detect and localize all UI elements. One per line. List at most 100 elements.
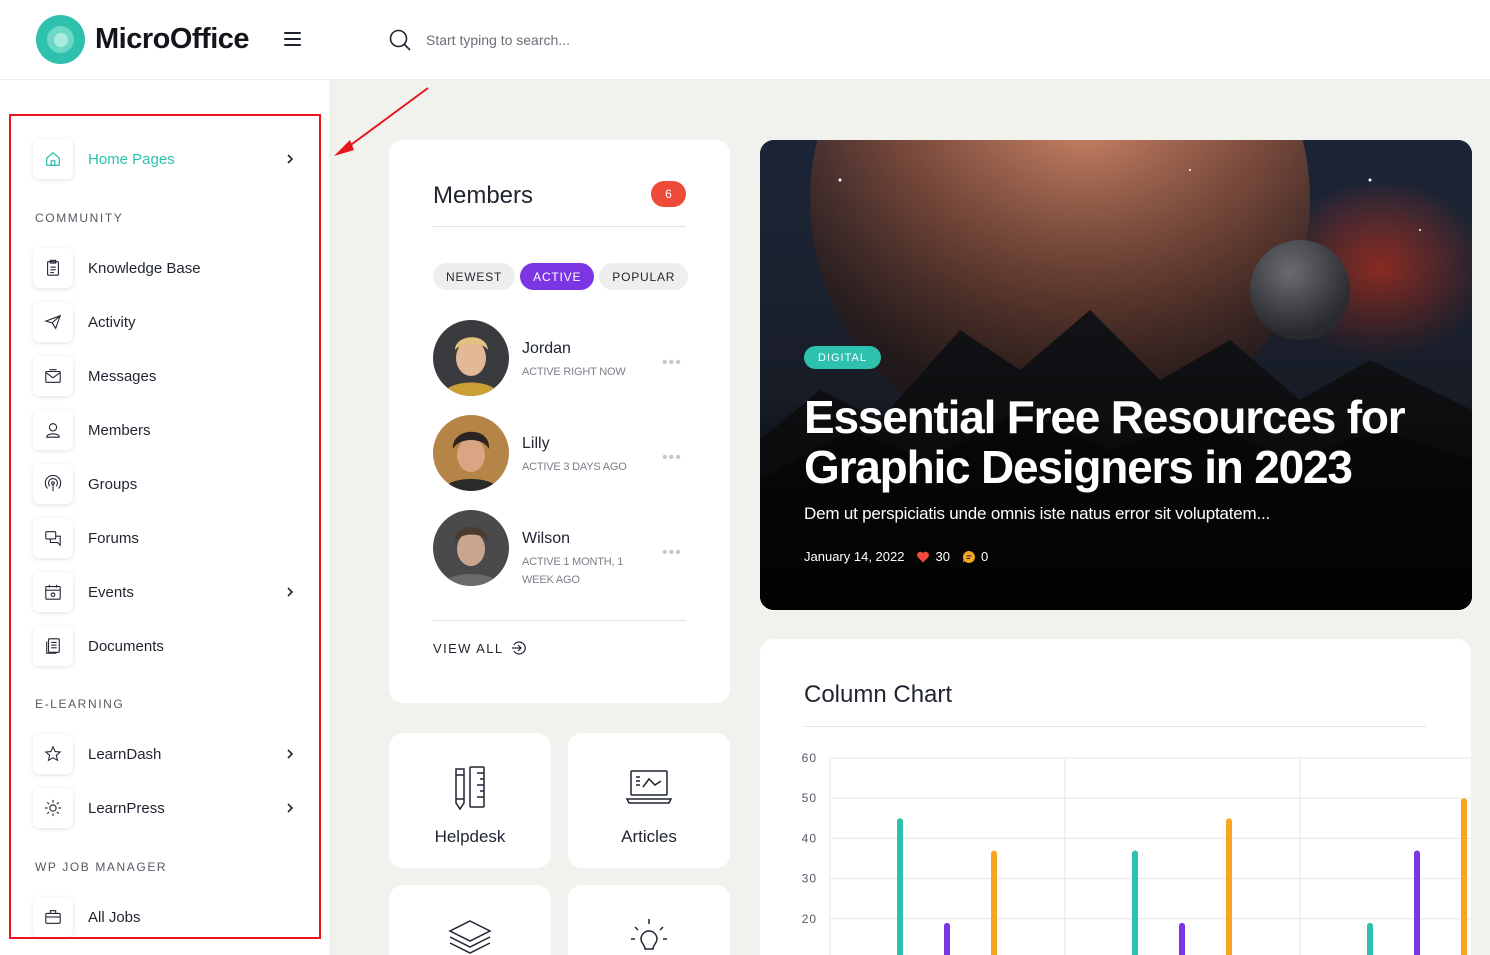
layers-icon [448,920,492,954]
member-status: ACTIVE RIGHT NOW [522,366,626,378]
members-count-badge: 6 [651,181,686,207]
tile-helpdesk[interactable]: Helpdesk [389,733,551,868]
tile-lightbulb[interactable] [568,885,730,955]
tab-newest[interactable]: NEWEST [433,263,516,290]
divider [804,726,1426,727]
sidebar-item-label: LearnDash [88,745,162,763]
sidebar-item-label: Activity [88,313,136,331]
member-name[interactable]: Wilson [522,530,570,548]
comment-icon[interactable] [962,550,976,564]
tile-layers[interactable] [389,885,551,955]
calendar-icon [33,572,73,612]
sidebar-item-home-pages[interactable]: Home Pages [33,139,303,179]
avatar[interactable] [433,510,509,586]
chevron-right-icon[interactable] [285,586,295,598]
search-icon[interactable] [388,28,412,52]
sidebar-item-messages[interactable]: Messages [33,356,303,396]
hero-title[interactable]: Essential Free Resources for Graphic Des… [804,392,1444,492]
chart-bar[interactable] [1461,798,1467,955]
sidebar-item-forums[interactable]: Forums [33,518,303,558]
sidebar-item-activity[interactable]: Activity [33,302,303,342]
hamburger-menu-icon[interactable] [284,32,304,48]
logo[interactable]: MicroOffice [36,15,250,64]
y-tick-label: 60 [802,751,817,765]
laptop-chart-icon [625,770,673,804]
logo-icon [36,15,85,64]
chart-bar[interactable] [897,818,903,955]
sidebar-item-label: Home Pages [88,150,175,168]
members-tabs: NEWEST ACTIVE POPULAR [433,263,693,290]
chart-bar[interactable] [1132,850,1138,955]
tab-active[interactable]: ACTIVE [520,263,595,290]
sidebar-item-label: Groups [88,475,138,493]
sidebar-item-events[interactable]: Events [33,572,303,612]
more-options-icon[interactable]: ••• [662,354,682,372]
section-community: COMMUNITY [35,211,124,225]
tab-popular[interactable]: POPULAR [599,263,689,290]
sidebar-item-label: Members [88,421,151,439]
arrow-circle-icon [512,641,527,655]
home-icon [33,139,73,179]
document-icon [33,626,73,666]
sidebar-item-label: All Jobs [88,908,141,926]
top-header: MicroOffice [0,0,1490,80]
sidebar-item-label: LearnPress [88,799,165,817]
chat-icon [33,518,73,558]
y-tick-label: 30 [802,872,817,886]
sidebar-item-label: Documents [88,637,164,655]
sidebar-item-learndash[interactable]: LearnDash [33,734,303,774]
briefcase-icon [33,897,73,937]
more-options-icon[interactable]: ••• [662,449,682,467]
chevron-right-icon[interactable] [285,802,295,814]
member-name[interactable]: Jordan [522,340,571,358]
y-tick-label: 50 [802,791,817,805]
category-badge[interactable]: DIGITAL [804,346,881,369]
annotation-arrow [334,87,429,156]
members-title: Members [433,182,534,209]
y-tick-label: 40 [802,831,817,845]
sidebar-item-all-jobs[interactable]: All Jobs [33,897,303,937]
chart-bar[interactable] [1179,922,1185,955]
column-chart-card: Column Chart 60 50 40 30 20 [760,639,1471,955]
envelope-icon [33,356,73,396]
section-wp-job-manager: WP JOB MANAGER [35,860,168,874]
tile-articles[interactable]: Articles [568,733,730,868]
sidebar-item-label: Messages [88,367,157,385]
hero-excerpt: Dem ut perspiciatis unde omnis iste natu… [804,504,1271,523]
member-item: Jordan ACTIVE RIGHT NOW ••• [433,320,686,396]
sidebar-item-members[interactable]: Members [33,410,303,450]
hero-post-card[interactable]: DIGITAL Essential Free Resources for Gra… [760,140,1472,610]
sun-icon [33,788,73,828]
chevron-right-icon[interactable] [285,748,295,760]
member-status: ACTIVE 3 DAYS AGO [522,461,627,473]
post-date: January 14, 2022 [804,549,905,564]
y-tick-label: 20 [802,912,817,926]
column-chart: 60 50 40 30 20 [802,751,1471,955]
member-item: Lilly ACTIVE 3 DAYS AGO ••• [433,415,686,491]
view-all-link[interactable]: VIEW ALL [433,640,527,656]
comments-count: 0 [980,549,989,564]
avatar[interactable] [433,320,509,396]
member-name[interactable]: Lilly [522,435,550,453]
divider [433,226,686,227]
chart-bar[interactable] [991,850,997,955]
sidebar-item-learnpress[interactable]: LearnPress [33,788,303,828]
star-icon [33,734,73,774]
likes-count: 30 [935,549,950,564]
chart-bar[interactable] [944,922,950,955]
chart-bar[interactable] [1414,850,1420,955]
view-all-label: VIEW ALL [433,640,504,656]
sidebar-item-documents[interactable]: Documents [33,626,303,666]
search-input[interactable] [426,32,726,48]
chart-bar[interactable] [1226,818,1232,955]
chevron-right-icon[interactable] [285,153,295,165]
tile-label: Helpdesk [434,827,506,846]
more-options-icon[interactable]: ••• [662,544,682,562]
hero-meta: January 14, 2022 30 0 [804,549,988,564]
sidebar-item-groups[interactable]: Groups [33,464,303,504]
heart-icon[interactable] [916,550,930,564]
chart-bar[interactable] [1367,922,1373,955]
avatar[interactable] [433,415,509,491]
divider [433,620,686,621]
sidebar-item-knowledge-base[interactable]: Knowledge Base [33,248,303,288]
